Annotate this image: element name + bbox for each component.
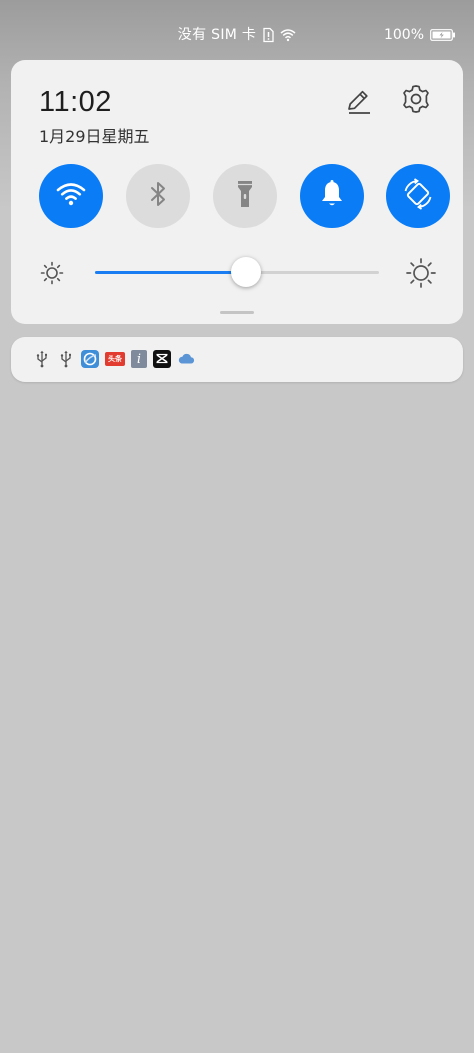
date-label[interactable]: 1月29日星期五 [39,123,150,147]
status-bar: 没有 SIM 卡 100% [0,0,474,60]
gear-icon [400,83,432,119]
bluetooth-toggle[interactable] [126,164,190,228]
wifi-icon [280,27,296,43]
sound-toggle[interactable] [300,164,364,228]
brightness-slider-fill [95,271,246,274]
notification-icons-row: 头条 i [33,349,195,369]
rotate-icon [401,177,435,215]
cloud-icon [177,350,195,368]
battery-percent: 100% [383,27,424,43]
usb-icon [57,350,75,368]
sim-card-missing-icon [260,27,276,43]
info-icon: i [131,350,147,368]
wifi-toggle[interactable] [39,164,103,228]
settings-button[interactable] [399,84,433,118]
carrier-label: 没有 SIM 卡 [177,27,257,43]
flashlight-toggle[interactable] [213,164,277,228]
clock[interactable]: 11:02 [39,86,112,119]
brightness-slider-thumb[interactable] [230,257,261,287]
app-icon [81,350,99,368]
battery-group: 100% [384,25,456,45]
brightness-high-icon [406,258,436,288]
usb-icon [33,350,51,368]
auto-rotate-toggle[interactable] [386,164,450,228]
brightness-low-icon [40,261,64,285]
panel-drag-handle[interactable] [220,311,254,314]
bluetooth-icon [147,179,169,213]
pencil-icon [343,86,373,120]
notification-icons-card[interactable]: 头条 i [11,337,463,382]
battery-charging-icon [430,29,456,41]
quick-settings-panel: 11:02 1月29日星期五 [11,60,463,324]
edit-button[interactable] [341,86,375,120]
bell-icon [319,179,345,213]
flashlight-icon [234,178,256,214]
capcut-icon [153,350,171,368]
toutiao-icon: 头条 [105,352,125,366]
wifi-icon [56,181,86,211]
